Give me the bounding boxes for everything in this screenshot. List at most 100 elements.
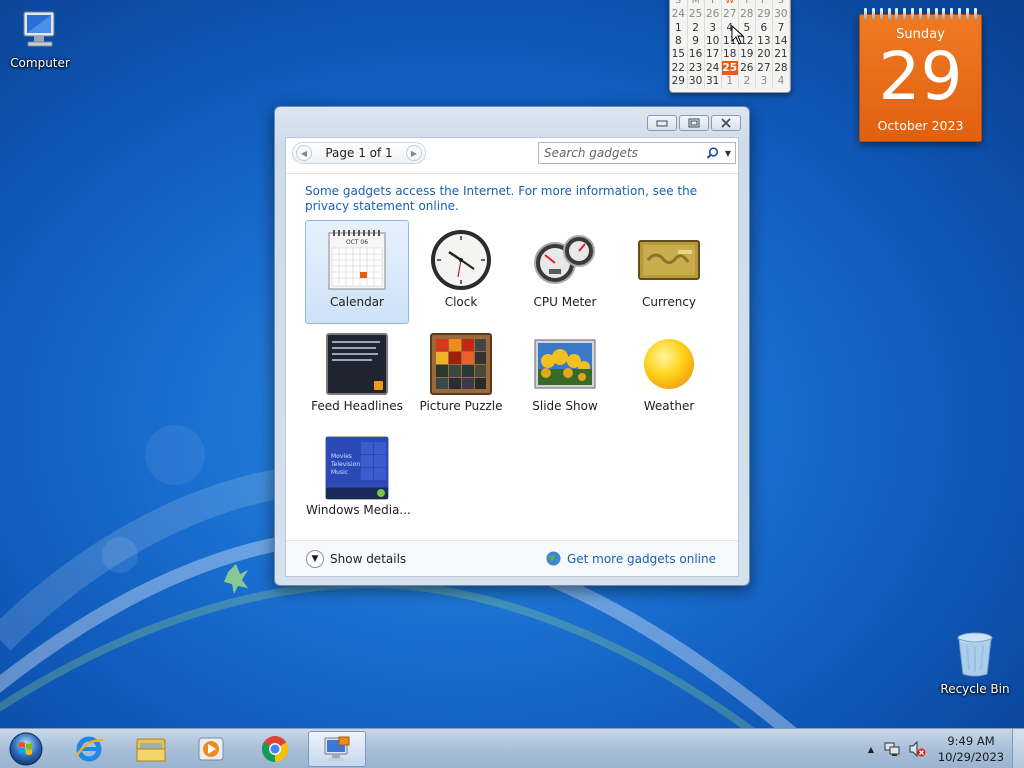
close-button[interactable] <box>711 115 741 131</box>
calendar-day-cell[interactable]: 27 <box>755 61 773 75</box>
search-input[interactable]: Search gadgets <box>539 146 703 160</box>
system-clock[interactable]: 9:49 AM 10/29/2023 <box>936 733 1006 765</box>
calendar-day-cell[interactable]: 7 <box>772 21 791 35</box>
privacy-notice-link[interactable]: Some gadgets access the Internet. For mo… <box>305 184 715 214</box>
calendar-day-cell[interactable]: 3 <box>755 74 773 89</box>
calendar-day-cell[interactable]: 30 <box>772 8 791 22</box>
calendar-day-cell[interactable]: 29 <box>755 8 773 22</box>
minimize-icon <box>656 120 668 127</box>
media-line-music: Music <box>331 469 348 476</box>
maximize-button[interactable] <box>679 115 709 131</box>
desktop-icon-computer[interactable]: Computer <box>0 8 80 70</box>
calendar-day-cell[interactable]: 27 <box>721 8 739 22</box>
gadget-gallery-window: ◀ Page 1 of 1 ▶ Search gadgets ▼ Some ga… <box>274 106 750 586</box>
calendar-day-cell[interactable]: 21 <box>772 48 791 62</box>
volume-muted-icon[interactable] <box>908 741 926 757</box>
puzzle-icon <box>428 331 494 397</box>
gadget-label: Windows Media... <box>306 503 411 517</box>
calendar-day-cell[interactable]: 1 <box>670 21 688 35</box>
network-icon[interactable] <box>884 741 900 757</box>
show-details-button[interactable]: ▼ Show details <box>306 550 406 568</box>
gadget-tile-clock[interactable]: Clock <box>409 220 513 324</box>
calendar-day-cell[interactable]: 4 <box>772 74 791 89</box>
calendar-day-cell[interactable]: 14 <box>772 34 791 49</box>
desktop-icon-recycle-bin[interactable]: Recycle Bin <box>935 630 1015 696</box>
show-details-label: Show details <box>330 552 407 566</box>
gadget-tile-calendar[interactable]: OCT 06 Calendar <box>305 220 409 324</box>
calendar-day-cell[interactable]: 9 <box>687 34 705 49</box>
get-more-gadgets-link[interactable]: Get more gadgets online <box>546 551 716 566</box>
gadget-label: Slide Show <box>532 399 598 413</box>
close-icon <box>721 118 731 128</box>
calendar-day-cell[interactable]: 22 <box>670 61 688 75</box>
calendar-day-cell[interactable]: 20 <box>755 48 773 62</box>
weekday-header: M <box>687 0 705 9</box>
clock-time: 9:49 AM <box>947 734 995 748</box>
taskbar-gadgets-window[interactable] <box>308 731 366 767</box>
calendar-day-cell[interactable]: 28 <box>772 61 791 75</box>
gallery-footer: ▼ Show details Get more gadgets online <box>286 540 738 576</box>
calendar-day-cell[interactable]: 26 <box>738 61 756 75</box>
calendar-day-cell[interactable]: 18 <box>721 48 739 62</box>
cpu-meter-icon <box>532 227 598 293</box>
gadget-tile-slide-show[interactable]: Slide Show <box>513 324 617 428</box>
search-icon[interactable] <box>703 146 721 160</box>
calendar-day-cell[interactable]: 6 <box>755 21 773 35</box>
maximize-icon <box>688 118 700 128</box>
weekday-header: S <box>670 0 688 9</box>
calendar-month-year: October 2023 <box>877 118 964 133</box>
media-player-icon <box>198 737 224 761</box>
calendar-day-cell[interactable]: 15 <box>670 48 688 62</box>
calendar-day-cell[interactable]: 25 <box>721 61 739 75</box>
calendar-day-cell[interactable]: 1 <box>721 74 739 89</box>
calendar-day-cell[interactable]: 30 <box>687 74 705 89</box>
taskbar-chrome[interactable] <box>246 731 304 767</box>
gadget-label: Picture Puzzle <box>419 399 503 413</box>
gadget-label: CPU Meter <box>533 295 597 309</box>
calendar-day-cell[interactable]: 31 <box>704 74 722 89</box>
taskbar-media-player[interactable] <box>182 731 240 767</box>
calendar-day-cell[interactable]: 17 <box>704 48 722 62</box>
gadget-tile-windows-media[interactable]: Movies Television Music Windows Media... <box>305 428 411 532</box>
calendar-day-cell[interactable]: 24 <box>704 61 722 75</box>
taskbar-file-explorer[interactable] <box>122 731 180 767</box>
calendar-day-cell[interactable]: 29 <box>670 74 688 89</box>
calendar-day-cell[interactable]: 2 <box>738 74 756 89</box>
gadget-tile-picture-puzzle[interactable]: Picture Puzzle <box>409 324 513 428</box>
calendar-day-cell[interactable]: 3 <box>704 21 722 35</box>
calendar-day-cell[interactable]: 8 <box>670 34 688 49</box>
previous-page-button[interactable]: ◀ <box>296 145 312 161</box>
globe-icon <box>546 551 561 566</box>
gadget-tile-currency[interactable]: Currency <box>617 220 721 324</box>
search-dropdown-icon[interactable]: ▼ <box>721 149 735 158</box>
calendar-day-cell[interactable]: 24 <box>670 8 688 22</box>
calendar-day-cell[interactable]: 16 <box>687 48 705 62</box>
calendar-rings <box>864 8 977 20</box>
gadget-tile-weather[interactable]: Weather <box>617 324 721 428</box>
calendar-day-cell[interactable]: 25 <box>687 8 705 22</box>
recycle-bin-icon <box>957 632 993 677</box>
weekday-header: W <box>721 0 739 9</box>
calendar-day-cell[interactable]: 28 <box>738 8 756 22</box>
calendar-day-cell[interactable]: 19 <box>738 48 756 62</box>
gadget-label: Calendar <box>330 295 384 309</box>
calendar-gadget-day[interactable]: Sunday 29 October 2023 <box>859 8 982 142</box>
gadget-tile-cpu-meter[interactable]: CPU Meter <box>513 220 617 324</box>
media-line-television: Television <box>330 461 360 468</box>
taskbar-internet-explorer[interactable] <box>60 731 118 767</box>
gadget-tile-feed-headlines[interactable]: Feed Headlines <box>305 324 409 428</box>
calendar-gadget-month[interactable]: S M T W T F S 24 25 26 27 28 29 30 1 2 3 4 5 6 7 8 9 10 11 12 13 14… <box>669 0 791 93</box>
calendar-day-cell[interactable]: 10 <box>704 34 722 49</box>
next-page-button[interactable]: ▶ <box>406 145 422 161</box>
windows-logo-icon <box>9 732 43 766</box>
gallery-toolbar: ◀ Page 1 of 1 ▶ Search gadgets ▼ <box>286 138 738 174</box>
minimize-button[interactable] <box>647 115 677 131</box>
search-gadgets-box[interactable]: Search gadgets ▼ <box>538 142 736 164</box>
calendar-day-cell[interactable]: 26 <box>704 8 722 22</box>
show-desktop-button[interactable] <box>1012 729 1024 768</box>
calendar-day-cell[interactable]: 13 <box>755 34 773 49</box>
calendar-day-cell[interactable]: 23 <box>687 61 705 75</box>
calendar-day-cell[interactable]: 2 <box>687 21 705 35</box>
start-button[interactable] <box>6 730 46 768</box>
show-hidden-icons-button[interactable]: ▲ <box>868 745 874 754</box>
